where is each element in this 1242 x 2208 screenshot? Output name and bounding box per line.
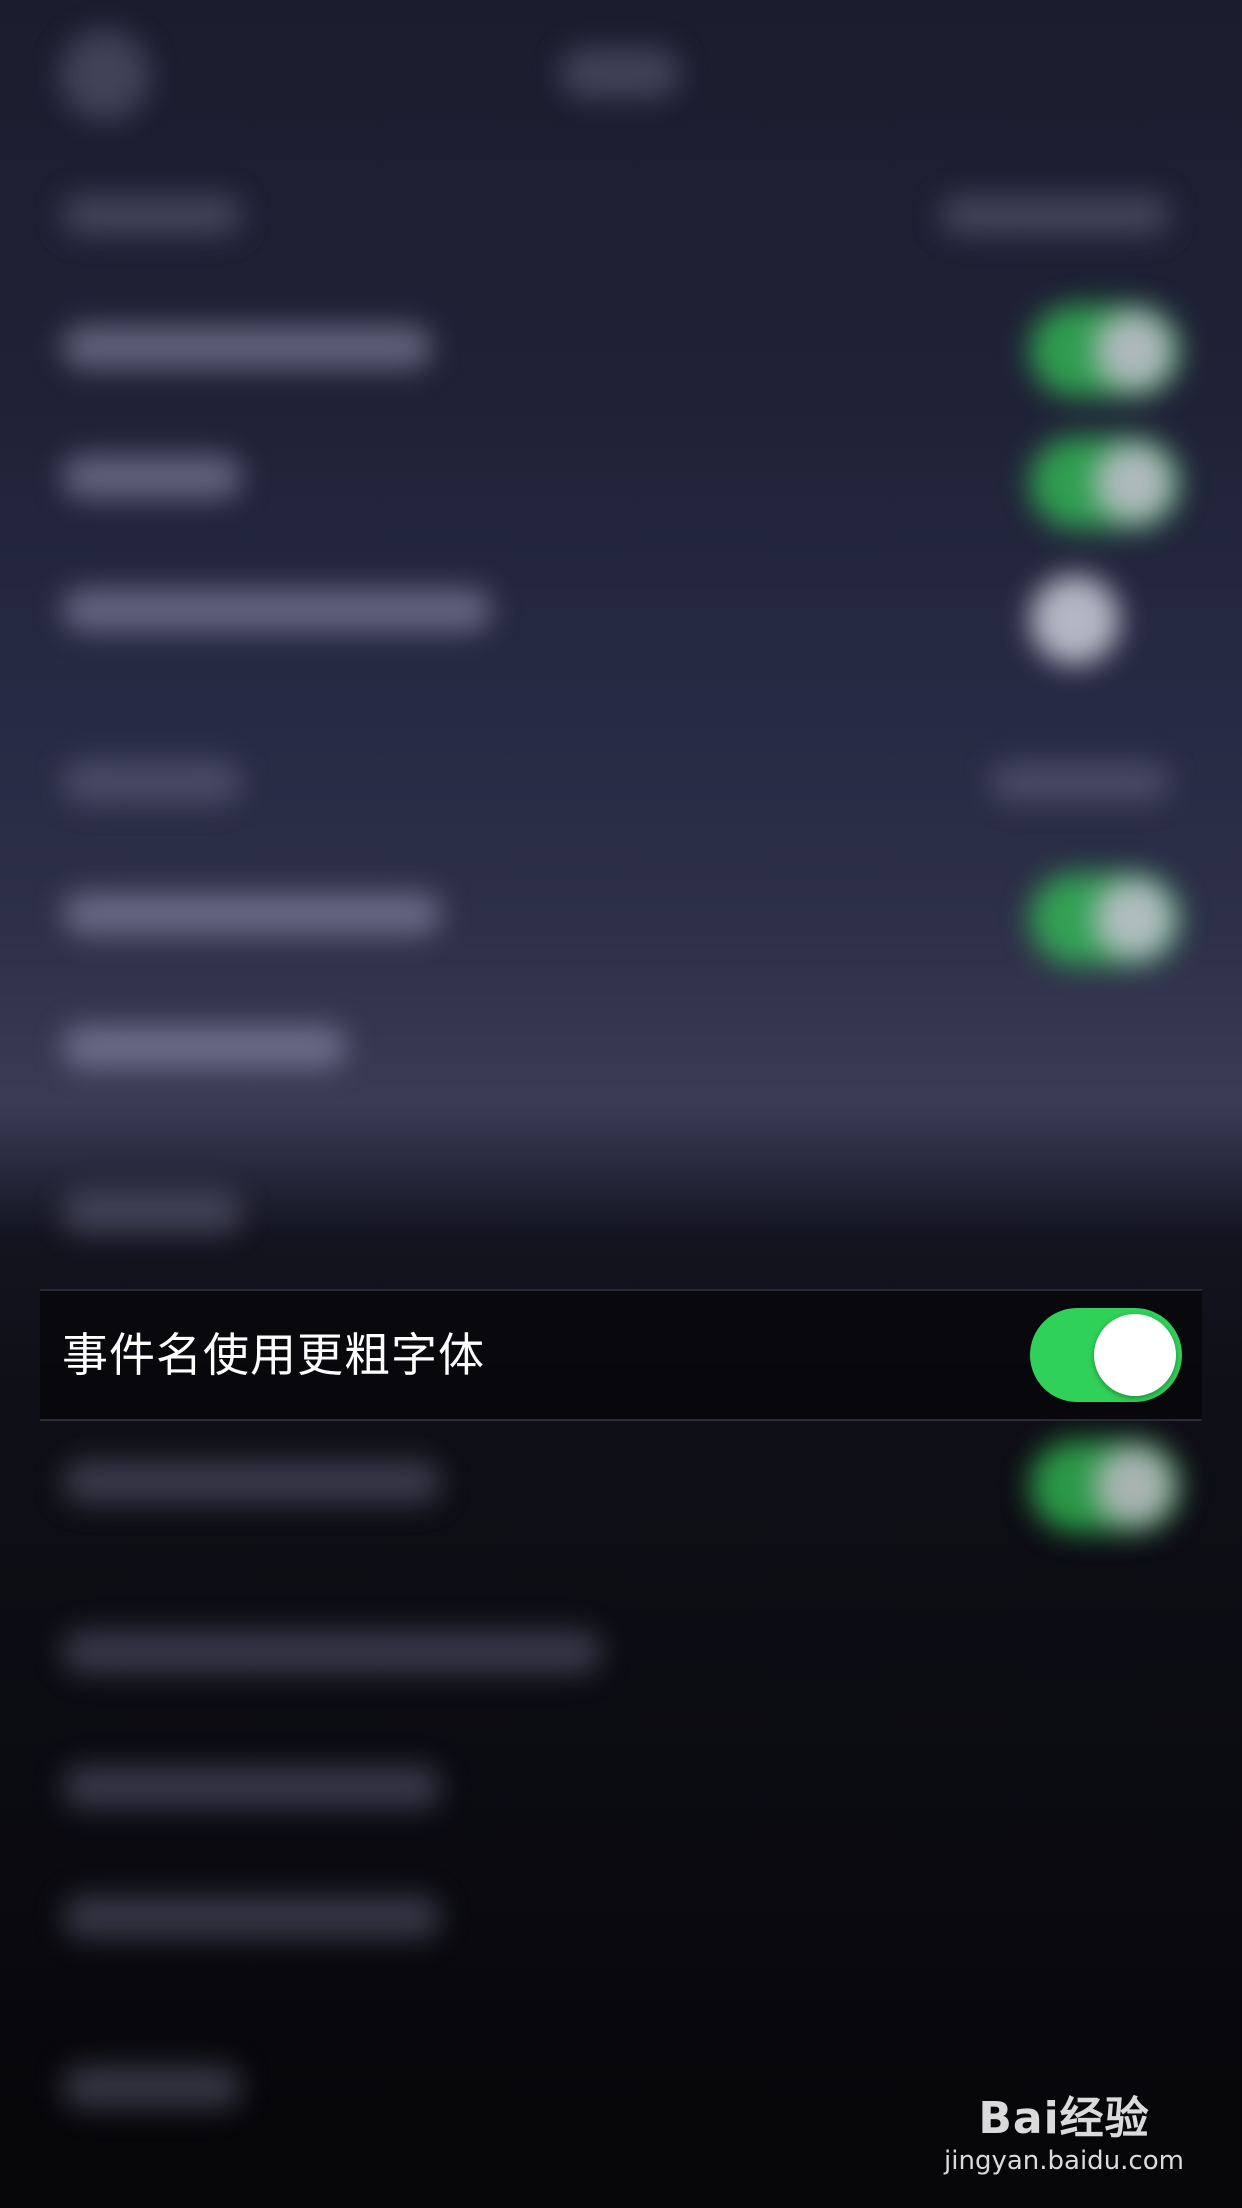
blurred-row-value	[940, 195, 1170, 235]
blurred-row-label	[62, 325, 432, 369]
watermark-logo: Bai经验	[944, 2094, 1184, 2144]
blurred-row-label	[62, 1025, 347, 1069]
blurred-toggle	[1030, 437, 1180, 529]
settings-row-bold-event-names[interactable]: 事件名使用更粗字体	[40, 1289, 1202, 1421]
blurred-toggle	[1030, 873, 1180, 965]
blurred-toggle-off	[1030, 575, 1120, 665]
blurred-row-label	[62, 455, 242, 499]
blurred-row-label	[62, 892, 442, 936]
blurred-row-label	[62, 1765, 442, 1809]
blurred-back-icon	[60, 30, 150, 120]
blurred-row-label	[62, 1460, 442, 1504]
blurred-nav-title	[560, 48, 680, 98]
toggle-knob	[1094, 1314, 1176, 1396]
blurred-row-label	[62, 1190, 242, 1234]
watermark-url: jingyan.baidu.com	[944, 2146, 1184, 2176]
blurred-row-label	[62, 2065, 242, 2109]
blurred-row-label	[62, 1630, 602, 1674]
blurred-toggle	[1030, 305, 1180, 397]
blurred-row-label	[62, 1895, 442, 1939]
blurred-row-value	[990, 762, 1170, 802]
blurred-toggle	[1030, 1440, 1180, 1532]
bold-event-names-toggle[interactable]	[1030, 1308, 1182, 1402]
blurred-row-label	[62, 588, 492, 632]
settings-row-label: 事件名使用更粗字体	[62, 1328, 485, 1382]
baidu-jingyan-watermark: Bai经验 jingyan.baidu.com	[944, 2094, 1184, 2178]
watermark-brand: Bai经验	[978, 2093, 1150, 2144]
blurred-row-label	[62, 195, 242, 235]
blurred-row-label	[62, 760, 242, 804]
blurred-background	[0, 0, 1242, 2208]
